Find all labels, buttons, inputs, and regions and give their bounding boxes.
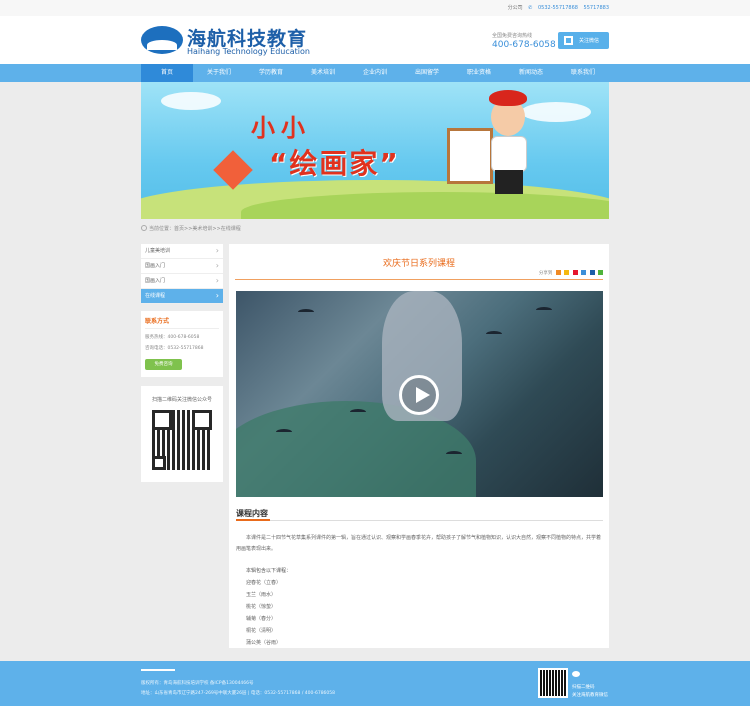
nav-item-degree[interactable]: 学历教育	[245, 64, 297, 82]
free-consult-button[interactable]: 免费咨询	[145, 359, 182, 370]
share-weibo-icon[interactable]	[572, 270, 578, 275]
branch-link[interactable]: 分公司	[508, 5, 523, 11]
top-phone-2: 55717883	[583, 5, 609, 11]
hotline-number: 400-678-6058	[492, 40, 556, 50]
qr-title: 扫描二维码关注微信公众号	[151, 397, 212, 403]
wechat-icon	[572, 671, 580, 677]
qr-code-icon	[152, 410, 212, 470]
page-title: 欢庆节日系列课程	[382, 259, 455, 269]
list-item: 桐花（清明）	[246, 628, 277, 634]
title-divider	[235, 279, 603, 280]
logo[interactable]: 海航科技教育 Haihang Technology Education	[141, 24, 321, 58]
share-wechat-icon[interactable]	[598, 270, 603, 275]
bird-shape	[350, 409, 366, 415]
bird-shape	[298, 309, 314, 315]
girl-painter-illustration	[481, 90, 541, 200]
banner: 小小 “绘画家”	[141, 82, 609, 219]
nav-item-home[interactable]: 首页	[141, 64, 193, 82]
list-item: 辅菊（春分）	[246, 616, 277, 622]
nav-item-study-abroad[interactable]: 出国留学	[401, 64, 453, 82]
nav-item-news[interactable]: 新闻动态	[505, 64, 557, 82]
share-label: 分享到	[538, 271, 553, 276]
play-icon[interactable]	[399, 375, 439, 415]
top-links: 分公司 ✆ 0532-55717868 55717883	[504, 4, 609, 11]
main-content: 欢庆节日系列课程 分享到 课程内容 本课件是二十四节气花草集系列课件的第一辑，旨…	[229, 244, 609, 648]
bird-shape	[486, 331, 502, 337]
course-list-head: 本辑包含以下课程：	[246, 568, 292, 574]
nav-item-corporate[interactable]: 企业内训	[349, 64, 401, 82]
location-icon	[141, 225, 147, 231]
cloud	[161, 92, 221, 110]
course-list: 本辑包含以下课程： 迎春花（立春） 玉兰（雨水） 桃花（惊蛰） 辅菊（春分） 桐…	[246, 565, 291, 649]
footer-qr-sublabel: 关注海航教育微信	[572, 693, 608, 698]
breadcrumb-text[interactable]: 当前位置：首页>>美术培训>>在线课程	[149, 226, 241, 232]
sidebar-item-chinese-painting-2[interactable]: 国画入门	[141, 274, 223, 289]
nav-item-about[interactable]: 关于我们	[193, 64, 245, 82]
footer-copyright: 版权所有：青岛海航科技培训学校 备ICP备13004466号	[141, 681, 254, 686]
contact-line: 咨询电话：0532-55717868	[145, 346, 204, 351]
hotline: 全国免费咨询热线 400-678-6058	[492, 32, 556, 50]
follow-wechat-button[interactable]: 关注微信	[558, 32, 609, 49]
logo-mark-icon	[141, 26, 183, 54]
footer-qr-label: 扫描二维码	[572, 685, 595, 690]
top-bar: 分公司 ✆ 0532-55717868 55717883	[0, 0, 750, 16]
course-description: 本课件是二十四节气花草集系列课件的第一辑，旨在通过认识、观察和学画春季花卉，帮助…	[236, 535, 602, 552]
share-qzone-icon[interactable]	[564, 270, 570, 275]
share-bar: 分享到	[539, 270, 603, 276]
contact-line: 服务热线：400-678-6058	[145, 335, 200, 340]
logo-text-en: Haihang Technology Education	[187, 47, 310, 56]
breadcrumb: 当前位置：首页>>美术培训>>在线课程	[141, 225, 241, 232]
list-item: 玉兰（雨水）	[246, 592, 277, 598]
share-tencent-icon[interactable]	[581, 270, 587, 275]
video-player[interactable]	[236, 291, 603, 497]
sidebar-item-kids-art[interactable]: 儿童美培训	[141, 244, 223, 259]
nav-item-certification[interactable]: 职业资格	[453, 64, 505, 82]
footer-address: 地址：山东省青岛市辽宁路247-269号中联大厦26层 | 电话：0532-55…	[141, 691, 336, 696]
list-item: 蒲公英（谷雨）	[246, 640, 282, 646]
sidebar-menu: 儿童美培训 国画入门 国画入门 在线课程	[141, 244, 223, 304]
contact-box: 联系方式 服务热线：400-678-6058 咨询电话：0532-5571786…	[141, 311, 223, 377]
follow-label: 关注微信	[579, 38, 600, 44]
banner-subheadline: “绘画家”	[269, 147, 400, 180]
qr-code-icon	[564, 36, 573, 45]
list-item: 迎春花（立春）	[246, 580, 282, 586]
footer: 版权所有：青岛海航科技培训学校 备ICP备13004466号 地址：山东省青岛市…	[0, 661, 750, 706]
header: 海航科技教育 Haihang Technology Education 全国免费…	[0, 16, 750, 64]
footer-qr-code-icon	[538, 668, 568, 698]
section-divider	[236, 519, 603, 521]
qr-box: 扫描二维码关注微信公众号	[141, 386, 223, 482]
share-renren-icon[interactable]	[589, 270, 595, 275]
list-item: 桃花（惊蛰）	[246, 604, 277, 610]
bird-shape	[446, 451, 462, 457]
nav-item-art[interactable]: 美术培训	[297, 64, 349, 82]
share-plus-icon[interactable]	[555, 270, 561, 275]
section-title: 课程内容	[236, 509, 268, 518]
top-phone-1: 0532-55717868	[537, 5, 578, 11]
sidebar-item-chinese-painting[interactable]: 国画入门	[141, 259, 223, 274]
bird-shape	[276, 429, 292, 435]
contact-title: 联系方式	[145, 316, 219, 329]
hotline-label: 全国免费咨询热线	[492, 33, 533, 39]
banner-headline: 小小	[251, 114, 311, 142]
footer-accent-bar	[141, 669, 175, 671]
sidebar-item-online-course[interactable]: 在线课程	[141, 289, 223, 304]
main-nav: 首页 关于我们 学历教育 美术培训 企业内训 出国留学 职业资格 新闻动态 联系…	[0, 64, 750, 82]
bird-shape	[536, 307, 552, 313]
phone-icon: ✆	[528, 5, 533, 11]
nav-item-contact[interactable]: 联系我们	[557, 64, 609, 82]
